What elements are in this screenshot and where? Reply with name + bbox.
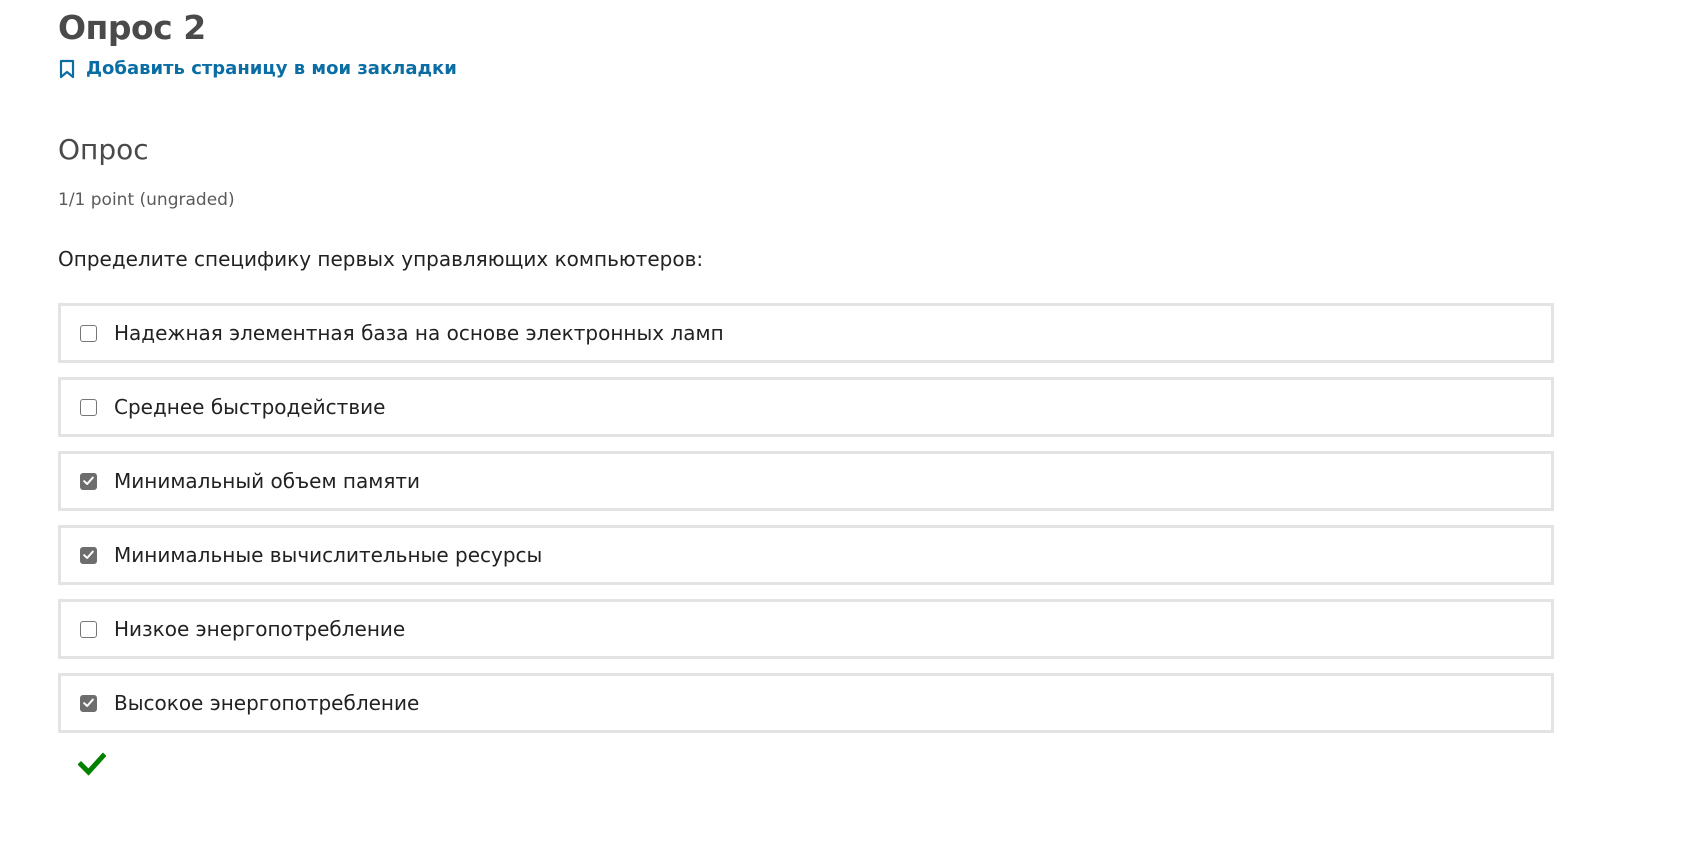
bookmark-button[interactable]: Добавить страницу в мои закладки [58, 58, 457, 79]
choice-label: Высокое энергопотребление [114, 691, 420, 715]
choice-checkbox-unchecked[interactable] [80, 324, 97, 342]
choice-item[interactable]: Низкое энергопотребление [58, 599, 1554, 659]
unit-title: Опрос 2 [58, 8, 206, 47]
choice-item[interactable]: Высокое энергопотребление [58, 673, 1554, 733]
choice-checkbox-checked[interactable] [80, 472, 97, 490]
checkmark-icon [78, 752, 106, 776]
choice-item[interactable]: Среднее быстродействие [58, 377, 1554, 437]
bookmark-label: Добавить страницу в мои закладки [86, 58, 457, 79]
checkmark-path [78, 752, 106, 776]
choice-checkbox-checked[interactable] [80, 694, 97, 712]
problem-points: 1/1 point (ungraded) [58, 190, 235, 210]
choice-item[interactable]: Минимальный объем памяти [58, 451, 1554, 511]
choice-item[interactable]: Надежная элементная база на основе элект… [58, 303, 1554, 363]
choice-list: Надежная элементная база на основе элект… [58, 303, 1554, 747]
choice-label: Минимальные вычислительные ресурсы [114, 543, 543, 567]
choice-label: Надежная элементная база на основе элект… [114, 321, 724, 345]
choice-checkbox-unchecked[interactable] [80, 620, 97, 638]
choice-label: Среднее быстродействие [114, 395, 386, 419]
choice-checkbox-checked[interactable] [80, 546, 97, 564]
bookmark-icon [59, 59, 75, 78]
question-text: Определите специфику первых управляющих … [58, 247, 704, 271]
choice-item[interactable]: Минимальные вычислительные ресурсы [58, 525, 1554, 585]
choice-label: Минимальный объем памяти [114, 469, 421, 493]
problem-title: Опрос [58, 133, 149, 166]
choice-label: Низкое энергопотребление [114, 617, 406, 641]
choice-checkbox-unchecked[interactable] [80, 398, 97, 416]
